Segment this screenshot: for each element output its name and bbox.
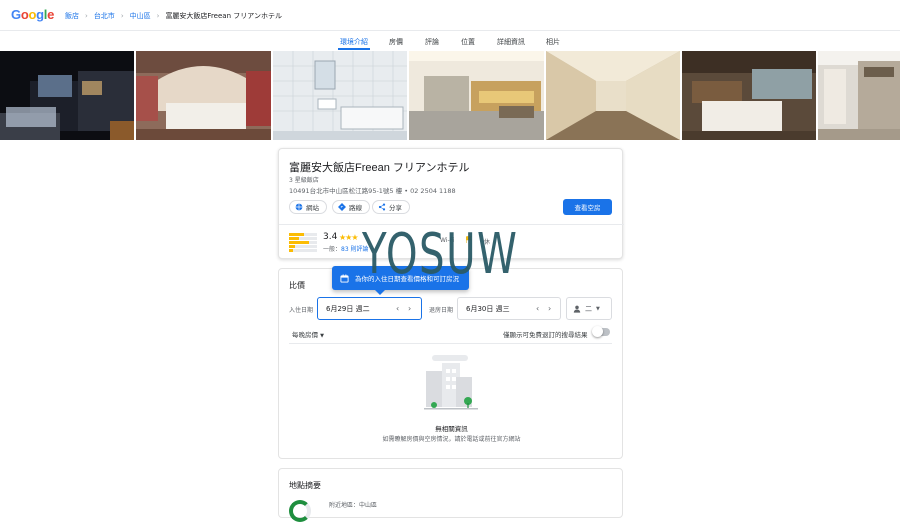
tab-prices[interactable]: 房價: [389, 37, 403, 47]
rating-bar: [289, 245, 317, 248]
share-label: 分享: [389, 204, 402, 212]
chevron-left-icon[interactable]: ‹: [396, 304, 399, 313]
free-cancel-label: 僅顯示可免費退訂的搜尋結果: [503, 331, 588, 339]
rating-bar-fill: [289, 233, 305, 236]
empty-state-title: 無相關資訊: [435, 425, 468, 433]
guests-selector[interactable]: 二 ▼: [566, 297, 612, 320]
directions-button[interactable]: 路線: [332, 200, 370, 214]
person-icon: [573, 305, 581, 313]
hotel-class: 3 星級飯店: [289, 177, 319, 184]
checkout-value: 6月30日 週三: [466, 304, 510, 313]
caret-down-icon: ▼: [320, 333, 324, 339]
checkin-value: 6月29日 週二: [326, 304, 370, 313]
photo-room-mirror[interactable]: [409, 51, 544, 140]
chevron-down-icon: ▼: [596, 305, 600, 312]
hotel-address: 10491台北市中山區松江路95-1號5 樓 • 02 2504 1188: [289, 187, 456, 195]
watermark-text: YOSUW: [362, 222, 519, 287]
rating-bar-fill: [289, 245, 295, 248]
per-night-selector[interactable]: 每晚房價 ▼: [292, 329, 324, 339]
per-night-label: 每晚房價: [292, 331, 318, 339]
checkin-label: 入住日期: [289, 307, 314, 314]
calendar-icon: [340, 273, 349, 283]
active-tab-indicator: [338, 48, 370, 50]
breadcrumb-hotels[interactable]: 飯店: [65, 11, 79, 21]
star-rating: ★★★: [339, 233, 358, 242]
checkout-label: 退房日期: [429, 307, 454, 314]
photo-exterior[interactable]: [0, 51, 134, 140]
photo-hallway[interactable]: [546, 51, 680, 140]
location-score-ring: [289, 500, 311, 522]
chevron-right-icon: ›: [120, 12, 124, 20]
chevron-left-icon[interactable]: ‹: [536, 304, 539, 313]
section-tabs: 環境介紹 房價 評論 位置 詳細資訊 相片: [0, 31, 900, 51]
photo-lobby[interactable]: [818, 51, 900, 140]
breadcrumb-current: 富麗安大飯店Freean フリアンホテル: [165, 12, 282, 20]
check-availability-button[interactable]: 查看空房: [563, 199, 612, 215]
tab-details[interactable]: 詳細資訊: [497, 37, 525, 47]
photo-room-canopy[interactable]: [136, 51, 271, 140]
share-button[interactable]: 分享: [372, 200, 410, 214]
location-title: 地點摘要: [289, 481, 321, 490]
google-logo[interactable]: Google: [11, 7, 54, 22]
breadcrumb: 飯店 › 台北市 › 中山區 › 富麗安大飯店Freean フリアンホテル: [65, 11, 282, 21]
directions-icon: [338, 203, 346, 211]
checkout-date-field[interactable]: 6月30日 週三 ‹ ›: [457, 297, 561, 320]
checkin-date-field[interactable]: 6月29日 週二 ‹ ›: [317, 297, 422, 320]
price-comparison-card: 比價 入住日期 6月29日 週二 ‹ › 退房日期 6月30日 週三 ‹ › 二…: [278, 268, 623, 459]
photo-gallery[interactable]: [0, 51, 900, 140]
tab-reviews[interactable]: 評論: [425, 37, 439, 47]
rating-score: 3.4: [323, 232, 338, 242]
tooltip-arrow: [375, 290, 385, 295]
photo-room-bed[interactable]: [682, 51, 816, 140]
rating-bar: [289, 233, 317, 236]
photo-bathroom[interactable]: [273, 51, 407, 140]
tab-overview[interactable]: 環境介紹: [340, 37, 368, 47]
rating-bar-fill: [289, 241, 309, 244]
share-icon: [378, 203, 386, 211]
globe-icon: [295, 203, 303, 211]
divider: [289, 343, 612, 344]
tab-location[interactable]: 位置: [461, 37, 475, 47]
directions-label: 路線: [349, 204, 362, 212]
guests-value: 二: [585, 304, 592, 313]
price-section-title: 比價: [289, 281, 305, 290]
chevron-right-icon[interactable]: ›: [408, 304, 411, 313]
website-label: 網站: [306, 204, 319, 212]
rating-distribution: [289, 233, 317, 253]
rating-bar-fill: [289, 237, 299, 240]
chevron-right-icon[interactable]: ›: [548, 304, 551, 313]
no-results-illustration: [424, 355, 478, 410]
rating-bar: [289, 249, 317, 252]
toggle-knob: [592, 326, 603, 337]
rating-bar-fill: [289, 249, 294, 252]
location-summary-card: 地點摘要 附近地區：中山區: [278, 468, 623, 522]
top-bar: Google 飯店 › 台北市 › 中山區 › 富麗安大飯店Freean フリア…: [0, 0, 900, 31]
review-prefix: 一般：: [323, 246, 342, 253]
rating-bar: [289, 241, 317, 244]
free-cancel-toggle[interactable]: [592, 326, 610, 337]
chevron-right-icon: ›: [156, 12, 160, 20]
location-district: 附近地區：中山區: [329, 502, 378, 509]
empty-state-subtitle: 如需瞭解房價與空房情況，請於電話或前往官方網站: [382, 436, 521, 443]
tab-photos[interactable]: 相片: [546, 37, 560, 47]
rating-bar: [289, 237, 317, 240]
breadcrumb-zhongshan[interactable]: 中山區: [130, 11, 151, 21]
hotel-name: 富麗安大飯店Freean フリアンホテル: [289, 162, 470, 174]
website-button[interactable]: 網站: [289, 200, 327, 214]
chevron-right-icon: ›: [85, 12, 88, 20]
breadcrumb-taipei[interactable]: 台北市: [94, 11, 115, 21]
